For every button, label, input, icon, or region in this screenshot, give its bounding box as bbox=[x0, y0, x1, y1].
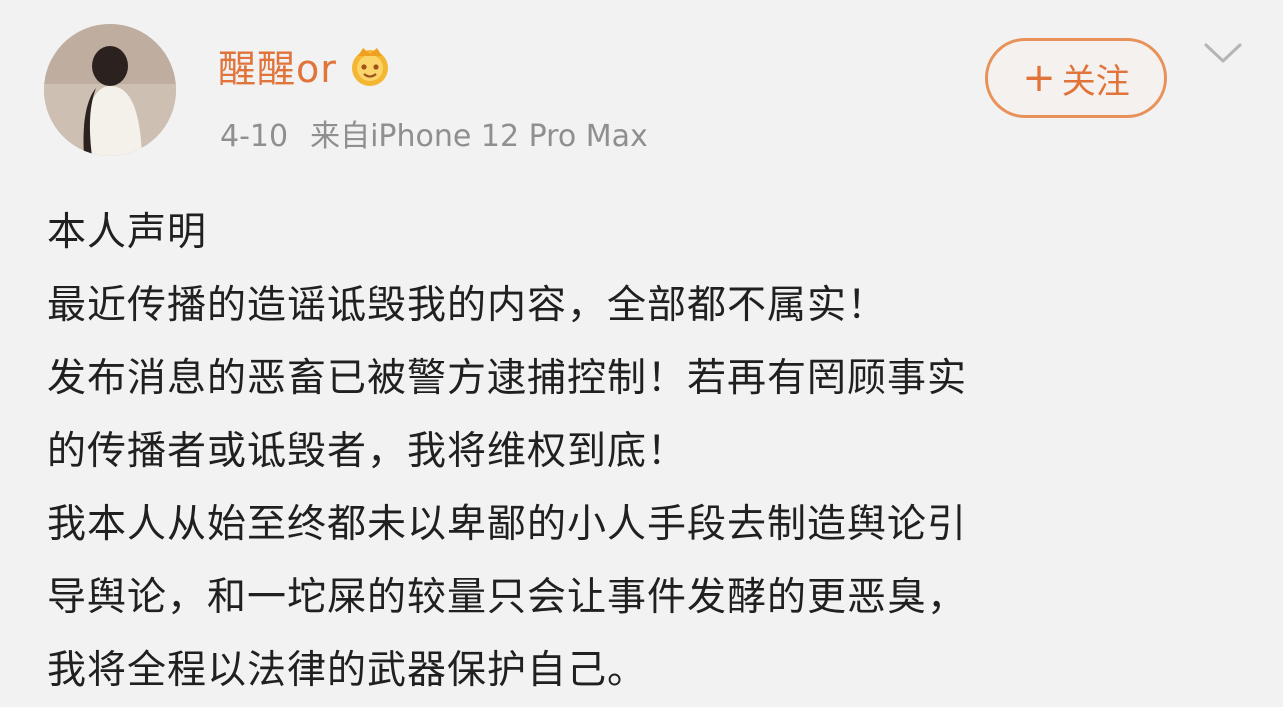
weibo-post: 醒醒or 4-10 来自iPhone 12 Pro Max + 关注 本人声明 最… bbox=[0, 0, 1283, 693]
avatar-image bbox=[44, 24, 176, 156]
post-content-line: 导舆论，和一坨屎的较量只会让事件发酵的更恶臭， bbox=[47, 575, 968, 620]
username[interactable]: 醒醒or bbox=[218, 38, 337, 93]
post-date: 4-10 bbox=[220, 119, 289, 154]
post-meta: 4-10 来自iPhone 12 Pro Max bbox=[220, 111, 648, 155]
post-content-line: 的传播者或诋毁者，我将维权到底！ bbox=[47, 429, 688, 474]
post-content-line: 我本人从始至终都未以卑鄙的小人手段去制造舆论引 bbox=[47, 502, 968, 547]
follow-button[interactable]: + 关注 bbox=[985, 38, 1167, 118]
chevron-down-icon[interactable] bbox=[1200, 38, 1246, 68]
post-content: 本人声明 最近传播的造谣诋毁我的内容，全部都不属实！ 发布消息的恶畜已被警方逮捕… bbox=[47, 196, 1247, 707]
crown-badge-icon bbox=[347, 42, 393, 88]
post-content-line: 本人声明 bbox=[47, 210, 208, 255]
author-row: 醒醒or bbox=[218, 38, 393, 93]
user-avatar[interactable] bbox=[44, 24, 176, 156]
post-content-line: 最近传播的造谣诋毁我的内容，全部都不属实！ bbox=[47, 283, 888, 328]
plus-icon: + bbox=[1022, 55, 1056, 101]
post-source: 来自iPhone 12 Pro Max bbox=[310, 119, 648, 154]
follow-button-label: 关注 bbox=[1061, 61, 1130, 102]
post-content-line: 发布消息的恶畜已被警方逮捕控制！若再有罔顾事实 bbox=[47, 356, 968, 401]
post-content-line: 我将全程以法律的武器保护自己。 bbox=[47, 648, 648, 693]
